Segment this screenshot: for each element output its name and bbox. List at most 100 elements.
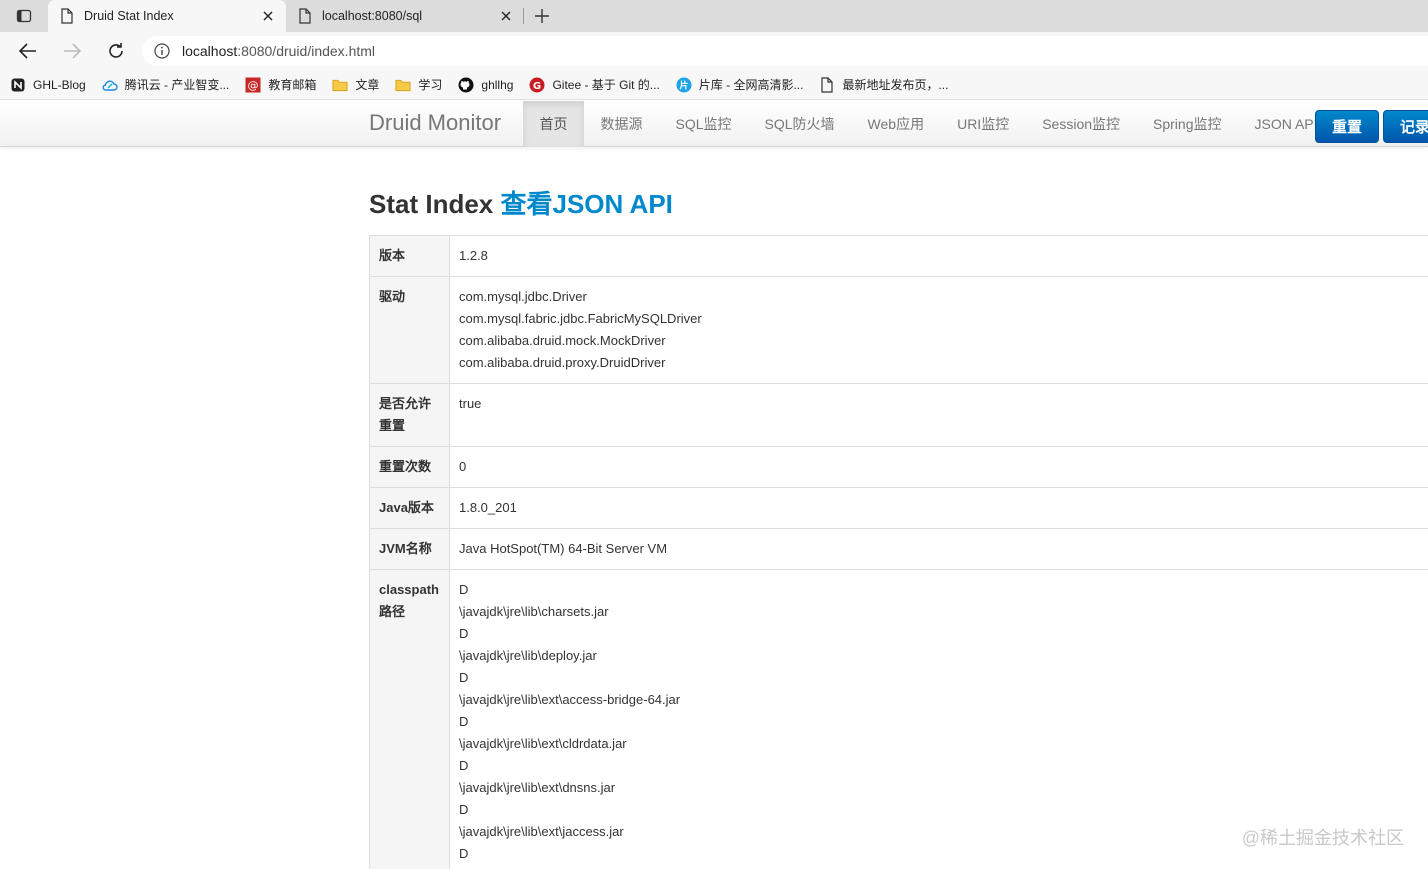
table-row: Java版本 1.8.0_201 bbox=[369, 487, 1428, 529]
page-title-text: Stat Index bbox=[369, 189, 494, 219]
value-line: com.mysql.fabric.jdbc.FabricMySQLDriver bbox=[459, 311, 702, 326]
bookmark-github[interactable]: ghllhg bbox=[458, 77, 513, 93]
svg-text:G: G bbox=[533, 81, 541, 92]
value-line: D bbox=[459, 670, 469, 685]
value-line: D bbox=[459, 626, 469, 641]
row-label: JVM名称 bbox=[369, 528, 450, 570]
table-row: 版本 1.2.8 bbox=[369, 235, 1428, 277]
page-icon bbox=[61, 8, 73, 24]
main-nav: 首页 数据源 SQL监控 SQL防火墙 Web应用 URI监控 Session监… bbox=[523, 101, 1334, 147]
value-line: 0 bbox=[459, 459, 467, 474]
nav-session-monitor[interactable]: Session监控 bbox=[1026, 101, 1137, 147]
back-button[interactable] bbox=[6, 32, 50, 70]
table-row: 是否允许重置 true bbox=[369, 383, 1428, 447]
bookmarks-bar: GHL-Blog 腾讯云 - 产业智变... @ 教育邮箱 文章 学习 ghll… bbox=[0, 70, 1428, 100]
value-line: com.mysql.jdbc.Driver bbox=[459, 289, 587, 304]
folder-icon bbox=[332, 77, 348, 93]
new-tab-button[interactable] bbox=[524, 0, 560, 32]
value-line: true bbox=[459, 396, 482, 411]
value-line: D bbox=[459, 582, 469, 597]
row-value: true bbox=[449, 383, 1428, 447]
tab-title: Druid Stat Index bbox=[84, 9, 174, 23]
cloud-icon bbox=[102, 77, 118, 93]
tab-druid-stat-index[interactable]: Druid Stat Index bbox=[48, 0, 286, 32]
druid-navbar: Druid Monitor 首页 数据源 SQL监控 SQL防火墙 Web应用 … bbox=[0, 101, 1428, 147]
page-icon bbox=[299, 8, 311, 24]
tab-close-button[interactable] bbox=[498, 8, 514, 24]
mail-icon: @ bbox=[245, 77, 261, 93]
value-line: D bbox=[459, 802, 469, 817]
row-value: Java HotSpot(TM) 64-Bit Server VM bbox=[449, 528, 1428, 570]
row-value: 1.2.8 bbox=[449, 235, 1428, 277]
address-url: localhost:8080/druid/index.html bbox=[182, 43, 376, 59]
table-row: JVM名称 Java HotSpot(TM) 64-Bit Server VM bbox=[369, 528, 1428, 570]
arrow-right-icon bbox=[64, 43, 81, 59]
arrow-left-icon bbox=[19, 43, 36, 59]
pianku-icon: 片 bbox=[676, 77, 692, 93]
value-line: \javajdk\jre\lib\ext\access-bridge-64.ja… bbox=[459, 692, 681, 707]
notion-icon bbox=[10, 77, 26, 93]
value-line: D bbox=[459, 758, 469, 773]
reset-button[interactable]: 重置 bbox=[1315, 110, 1380, 143]
bookmark-pianku[interactable]: 片 片库 - 全网高清影... bbox=[676, 76, 803, 93]
value-line: Java HotSpot(TM) 64-Bit Server VM bbox=[459, 541, 668, 556]
bookmark-folder-study[interactable]: 学习 bbox=[395, 76, 442, 93]
folder-icon bbox=[395, 77, 411, 93]
nav-datasource[interactable]: 数据源 bbox=[584, 101, 659, 147]
gitee-icon: G bbox=[529, 77, 545, 93]
nav-web-app[interactable]: Web应用 bbox=[851, 101, 941, 147]
tab-title: localhost:8080/sql bbox=[322, 9, 423, 23]
tab-close-button[interactable] bbox=[260, 8, 276, 24]
watermark: @稀土掘金技术社区 bbox=[1241, 828, 1404, 848]
close-icon bbox=[501, 11, 511, 21]
page-icon bbox=[819, 76, 835, 93]
page-title: Stat Index 查看JSON API bbox=[369, 184, 673, 221]
table-row: 重置次数 0 bbox=[369, 446, 1428, 488]
tab-actions-menu-button[interactable] bbox=[0, 0, 48, 32]
address-bar[interactable]: localhost:8080/druid/index.html bbox=[142, 36, 1428, 66]
value-line: \javajdk\jre\lib\charsets.jar bbox=[459, 604, 609, 619]
row-label: 驱动 bbox=[369, 276, 450, 384]
value-line: com.alibaba.druid.proxy.DruidDriver bbox=[459, 355, 666, 370]
value-line: com.alibaba.druid.mock.MockDriver bbox=[459, 333, 666, 348]
view-json-api-link[interactable]: 查看JSON API bbox=[500, 189, 672, 219]
close-icon bbox=[263, 11, 273, 21]
tab-localhost-sql[interactable]: localhost:8080/sql bbox=[286, 0, 524, 32]
nav-sql-monitor[interactable]: SQL监控 bbox=[659, 101, 748, 147]
reload-icon bbox=[109, 43, 123, 58]
row-value: 0 bbox=[449, 446, 1428, 488]
row-label: 版本 bbox=[369, 235, 450, 277]
table-row: 驱动 com.mysql.jdbc.Driver com.mysql.fabric.… bbox=[369, 276, 1428, 384]
nav-sql-firewall[interactable]: SQL防火墙 bbox=[748, 101, 851, 147]
bookmark-gitee[interactable]: G Gitee - 基于 Git 的... bbox=[529, 76, 660, 93]
bookmark-edu-mail[interactable]: @ 教育邮箱 bbox=[245, 76, 316, 93]
bookmark-tencent-cloud[interactable]: 腾讯云 - 产业智变... bbox=[102, 76, 229, 93]
bookmark-ghl-blog[interactable]: GHL-Blog bbox=[10, 77, 86, 93]
tab-strip: Druid Stat Index localhost:8080/sql bbox=[0, 0, 1428, 32]
log-button[interactable]: 记录 bbox=[1383, 110, 1428, 143]
value-line: \javajdk\jre\lib\deploy.jar bbox=[459, 648, 597, 663]
nav-home[interactable]: 首页 bbox=[523, 101, 584, 147]
stat-table: 版本 1.2.8 驱动 com.mysql.jdbc.Driver com.mysql.… bbox=[369, 235, 1428, 869]
nav-spring-monitor[interactable]: Spring监控 bbox=[1137, 101, 1238, 147]
value-line: 1.2.8 bbox=[459, 248, 488, 263]
nav-uri-monitor[interactable]: URI监控 bbox=[941, 101, 1026, 147]
bookmark-folder-articles[interactable]: 文章 bbox=[332, 76, 379, 93]
bookmark-latest-address[interactable]: 最新地址发布页，... bbox=[819, 76, 948, 93]
browser-toolbar: localhost:8080/druid/index.html bbox=[0, 32, 1428, 70]
value-line: \javajdk\jre\lib\ext\cldrdata.jar bbox=[459, 736, 627, 751]
forward-button[interactable] bbox=[50, 32, 94, 70]
navbar-buttons: 重置 记录 bbox=[1315, 110, 1428, 143]
github-icon bbox=[458, 77, 474, 93]
brand-title[interactable]: Druid Monitor bbox=[369, 110, 501, 136]
reload-button[interactable] bbox=[94, 32, 138, 70]
row-value: 1.8.0_201 bbox=[449, 487, 1428, 529]
value-line: D bbox=[459, 714, 469, 729]
svg-text:@: @ bbox=[248, 79, 259, 92]
plus-icon bbox=[535, 9, 549, 23]
row-value: com.mysql.jdbc.Driver com.mysql.fabric.jd… bbox=[449, 276, 1428, 384]
svg-text:片: 片 bbox=[679, 79, 688, 91]
page-content: Druid Monitor 首页 数据源 SQL监控 SQL防火墙 Web应用 … bbox=[0, 101, 1428, 869]
row-label: classpath路径 bbox=[369, 569, 450, 869]
row-label: 重置次数 bbox=[369, 446, 450, 488]
